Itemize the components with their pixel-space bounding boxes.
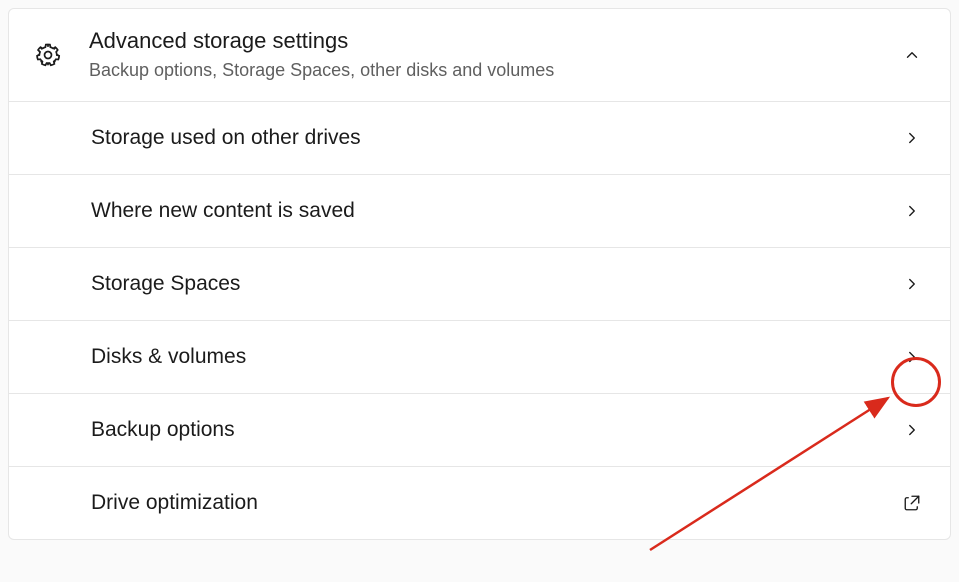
item-label: Storage used on other drives <box>91 126 900 150</box>
item-where-new-content[interactable]: Where new content is saved <box>9 175 950 248</box>
advanced-storage-panel: Advanced storage settings Backup options… <box>8 8 951 540</box>
item-label: Where new content is saved <box>91 199 900 223</box>
item-label: Storage Spaces <box>91 272 900 296</box>
chevron-right-icon <box>900 345 924 369</box>
chevron-right-icon <box>900 126 924 150</box>
item-drive-optimization[interactable]: Drive optimization <box>9 467 950 539</box>
advanced-storage-header[interactable]: Advanced storage settings Backup options… <box>9 9 950 102</box>
header-subtitle: Backup options, Storage Spaces, other di… <box>89 58 900 83</box>
chevron-right-icon <box>900 272 924 296</box>
chevron-right-icon <box>900 418 924 442</box>
header-title: Advanced storage settings <box>89 27 900 56</box>
external-link-icon <box>900 491 924 515</box>
item-storage-spaces[interactable]: Storage Spaces <box>9 248 950 321</box>
chevron-up-icon <box>900 43 924 67</box>
item-label: Backup options <box>91 418 900 442</box>
gear-icon <box>35 42 61 68</box>
item-backup-options[interactable]: Backup options <box>9 394 950 467</box>
item-label: Disks & volumes <box>91 345 900 369</box>
item-disks-volumes[interactable]: Disks & volumes <box>9 321 950 394</box>
header-text-block: Advanced storage settings Backup options… <box>89 27 900 83</box>
item-label: Drive optimization <box>91 491 900 515</box>
chevron-right-icon <box>900 199 924 223</box>
item-storage-other-drives[interactable]: Storage used on other drives <box>9 102 950 175</box>
